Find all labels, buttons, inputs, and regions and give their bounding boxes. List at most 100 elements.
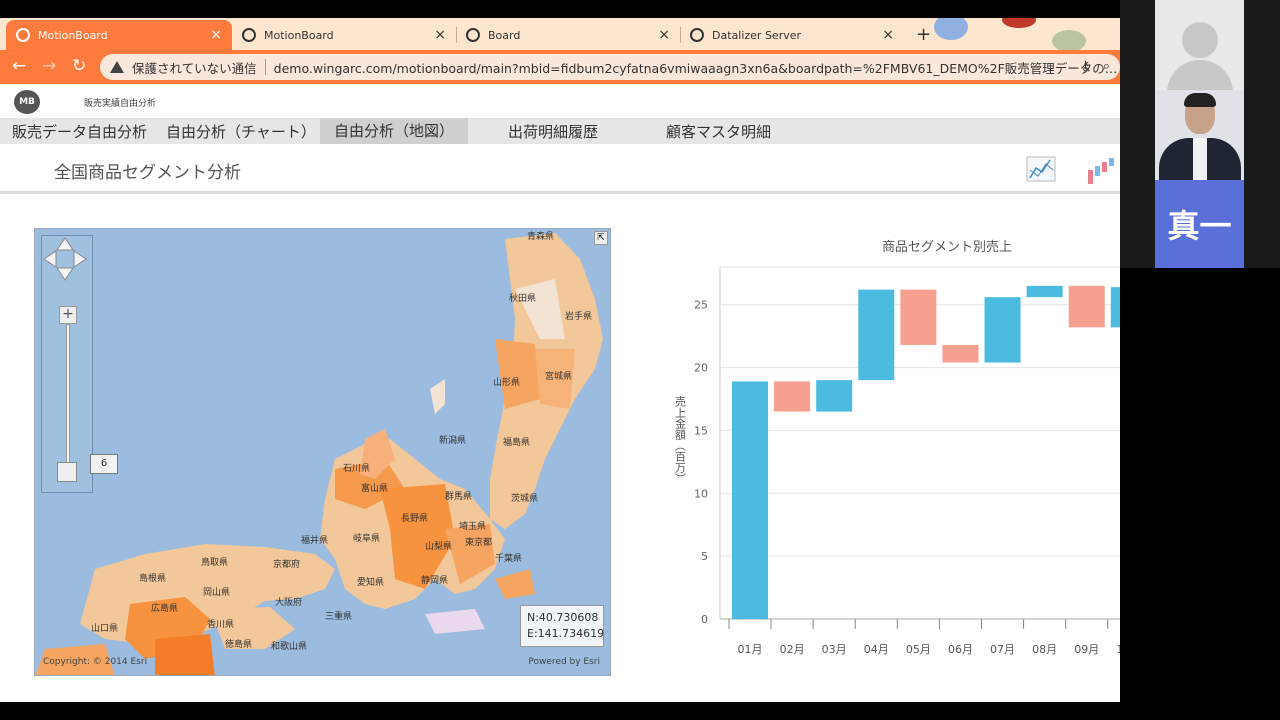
pref-label: 山形県 [493,378,521,388]
waterfall-bar [732,381,768,619]
pref-label: 山梨県 [425,542,453,552]
pref-label: 石川県 [343,464,371,474]
url-omnibox[interactable]: 保護されていない通信 demo.wingarc.com/motionboard/… [100,54,1120,80]
new-tab-button[interactable]: + [916,24,931,45]
motionboard-logo: MB [14,90,40,114]
pref-label: 茨城県 [511,494,539,504]
globe-icon [690,28,704,42]
waterfall-bar [816,380,853,412]
pref-label: 千葉県 [495,554,523,564]
screen: MotionBoard × MotionBoard × Board × Data… [0,0,1280,720]
menu-bar: 販売データ自由分析 自由分析（チャート） 自由分析（地図） 出荷明細履歴 顧客マ… [0,118,1120,144]
y-tick-label: 5 [701,550,708,563]
pref-label: 秋田県 [509,294,537,304]
waterfall-bar [1026,285,1063,298]
presenter-hair [1184,93,1216,107]
pref-label: 愛知県 [357,578,385,588]
menu-item-shipping-history[interactable]: 出荷明細履歴 [508,121,598,142]
warning-icon [110,61,124,73]
pref-label: 三重県 [325,612,353,622]
waterfall-chart-icon[interactable] [1086,156,1120,186]
pref-label: 和歌山県 [271,642,308,652]
x-tick-label: 07月 [990,643,1015,656]
y-tick-label: 10 [694,487,708,500]
waterfall-bar [858,289,895,381]
x-tick-label: 01月 [738,643,763,656]
app-title: 販売実績自由分析 [84,99,157,109]
page-header: 全国商品セグメント分析 [0,144,1120,194]
pref-label: 新潟県 [439,436,467,446]
y-tick-label: 15 [694,424,708,437]
pan-arrows-icon[interactable] [42,236,88,282]
decor-orb [1052,30,1086,52]
waterfall-bar [774,381,811,412]
security-status[interactable]: 保護されていない通信 [132,58,257,77]
coordinate-readout: N:40.730608 E:141.734619 [520,605,604,647]
x-tick-label: 06月 [948,643,973,656]
x-tick-label: 09月 [1074,643,1099,656]
participant-video-tile [1155,90,1244,180]
tab-label: Datalizer Server [712,28,802,42]
tab-datalizer-server[interactable]: Datalizer Server × [680,20,904,50]
close-icon[interactable]: × [882,27,894,43]
menu-item-customer-master[interactable]: 顧客マスタ明細 [666,121,771,142]
close-icon[interactable]: × [658,27,670,43]
back-arrow-icon[interactable]: ← [12,56,26,76]
y-tick-label: 25 [694,299,708,312]
menu-item-map-analysis[interactable]: 自由分析（地図） [320,118,469,144]
map-collapse-icon[interactable]: ⇱ [594,231,608,245]
zoom-slider-track[interactable] [66,324,70,464]
zoom-in-button[interactable]: + [59,306,77,324]
motionboard-favicon-icon [466,28,480,42]
app-header: MB 販売実績自由分析 [0,84,1120,118]
tab-motionboard-active[interactable]: MotionBoard × [6,20,232,50]
zoom-slider-thumb[interactable] [57,462,77,482]
pref-label: 福井県 [301,536,329,546]
tab-motionboard[interactable]: MotionBoard × [232,20,456,50]
presenter-shirt [1193,138,1207,180]
tab-board[interactable]: Board × [456,20,680,50]
pref-label: 静岡県 [421,576,449,586]
forward-arrow-icon[interactable]: → [42,56,56,76]
url-text[interactable]: demo.wingarc.com/motionboard/main?mbid=f… [274,58,1118,77]
key-icon[interactable]: ⚷ ⌕ [1081,59,1110,74]
participant-placeholder-tile [1155,0,1244,90]
waterfall-bar [1068,285,1105,328]
tab-label: MotionBoard [264,28,334,42]
pref-label: 岡山県 [203,588,231,598]
menu-item-chart-analysis[interactable]: 自由分析（チャート） [166,121,316,142]
y-axis-label: 売上金額（百万） [674,396,687,484]
waterfall-bar [900,289,937,345]
decor-orb [934,18,968,40]
omnibox-separator [264,59,266,75]
avatar-body [1167,60,1233,90]
scatter-chart-icon[interactable] [1026,156,1056,182]
pref-label: 岩手県 [565,312,593,322]
japan-map[interactable]: 青森県 秋田県 岩手県 山形県 宮城県 新潟県 福島県 石川県 富山県 群馬県 … [34,228,611,676]
menu-item-sales-analysis[interactable]: 販売データ自由分析 [12,121,147,142]
pref-label: 徳島県 [225,640,253,650]
reload-icon[interactable]: ↻ [72,56,86,76]
close-icon[interactable]: × [210,27,222,43]
x-tick-label: 04月 [864,643,889,656]
page-title: 全国商品セグメント分析 [54,163,241,183]
coord-north: N:40.730608 [527,611,599,624]
waterfall-bar [984,297,1021,363]
pref-label: 香川県 [207,620,235,630]
x-tick-label: 08月 [1032,643,1057,656]
browser-window: MotionBoard × MotionBoard × Board × Data… [0,18,1120,702]
pref-label: 島根県 [139,574,167,584]
zoom-level-badge: 6 [90,454,118,474]
avatar-icon [1182,22,1218,58]
x-tick-label: 05月 [906,643,931,656]
tab-strip: MotionBoard × MotionBoard × Board × Data… [0,18,1120,52]
close-icon[interactable]: × [434,27,446,43]
map-copyright: Copyright: © 2014 Esri [43,657,148,667]
motionboard-favicon-icon [16,28,30,42]
x-tick-label: 03月 [822,643,847,656]
pref-label: 京都府 [273,560,301,570]
pref-label: 群馬県 [445,492,473,502]
y-tick-label: 0 [701,613,708,626]
waterfall-bar [942,344,979,363]
pref-label: 東京都 [465,538,493,548]
